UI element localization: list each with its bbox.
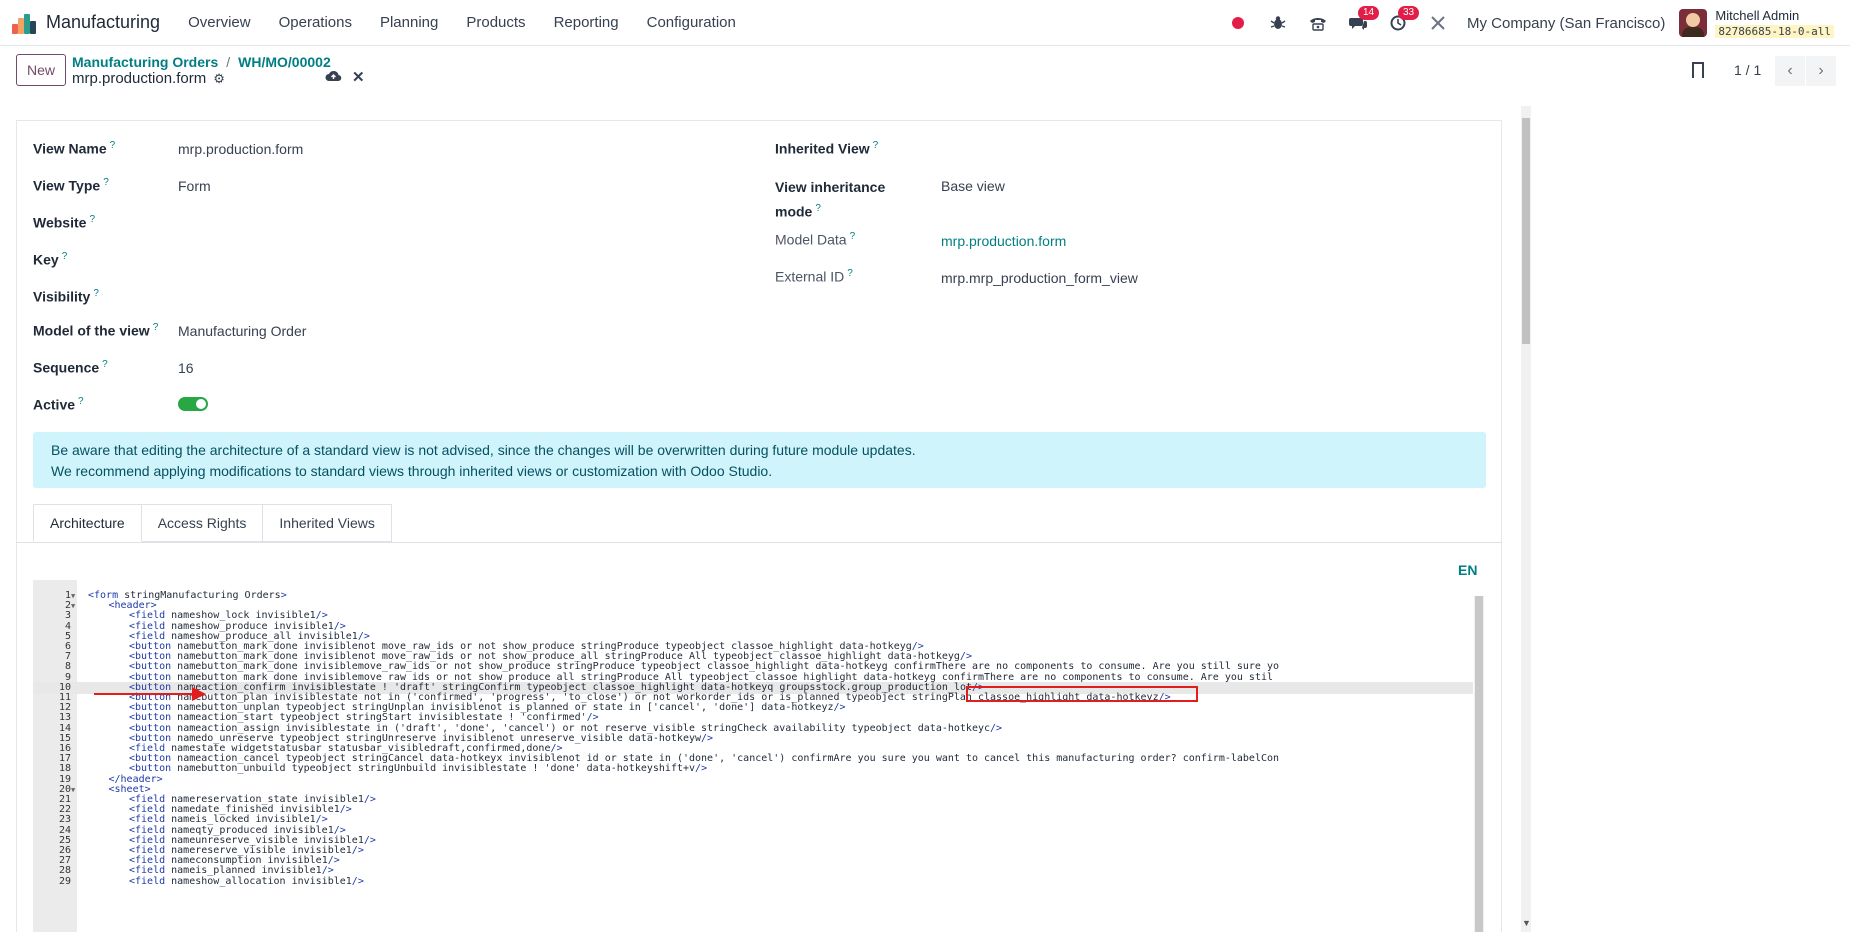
model-data-link[interactable]: mrp.production.form xyxy=(941,233,1066,249)
top-navbar: Manufacturing Overview Operations Planni… xyxy=(0,0,1850,46)
pager-value[interactable]: 1 / 1 xyxy=(1734,62,1761,78)
alert-line-1: Be aware that editing the architecture o… xyxy=(51,442,916,458)
record-dot-icon[interactable] xyxy=(1223,8,1253,38)
phone-icon[interactable] xyxy=(1303,8,1333,38)
code-text: <field nameshow_allocation invisible1/> xyxy=(129,875,364,887)
menu-reporting[interactable]: Reporting xyxy=(554,14,619,31)
user-avatar[interactable] xyxy=(1679,9,1708,37)
field-visibility: Visibility? xyxy=(33,288,99,305)
app-name[interactable]: Manufacturing xyxy=(46,12,160,33)
tab-architecture[interactable]: Architecture xyxy=(33,504,142,542)
field-model-of-view: Model of the view? xyxy=(33,322,159,339)
field-view-name: View Name? xyxy=(33,140,116,157)
model-of-view-value[interactable]: Manufacturing Order xyxy=(178,323,306,339)
view-inheritance-mode-value[interactable]: Base view xyxy=(941,178,1005,194)
activities-badge: 33 xyxy=(1398,6,1420,20)
line-number: 29 xyxy=(58,875,71,887)
menu-planning[interactable]: Planning xyxy=(380,14,438,31)
systray: 14 33 My Company (San Francisco) Mitchel… xyxy=(1213,0,1834,46)
new-button[interactable]: New xyxy=(16,54,66,86)
field-view-inheritance-mode: View inheritance mode? xyxy=(775,179,886,220)
external-id-value: mrp.mrp_production_form_view xyxy=(941,270,1138,286)
tab-inherited-views[interactable]: Inherited Views xyxy=(263,504,392,542)
scroll-down-arrow-icon[interactable]: ▼ xyxy=(1522,918,1531,928)
editor-scrollbar-thumb[interactable] xyxy=(1475,596,1483,932)
breadcrumb: Manufacturing Orders / WH/MO/00002 xyxy=(72,54,331,70)
field-sequence: Sequence? xyxy=(33,359,108,376)
tab-access-rights[interactable]: Access Rights xyxy=(141,504,264,542)
messages-icon[interactable]: 14 xyxy=(1343,6,1380,38)
tabs-divider xyxy=(16,542,1502,543)
breadcrumb-wh-mo[interactable]: WH/MO/00002 xyxy=(238,54,331,70)
annotation-arrow-head xyxy=(192,687,206,701)
manufacturing-app-icon[interactable] xyxy=(12,12,36,34)
field-model-data: Model Data? xyxy=(775,231,856,248)
record-title: mrp.production.form ⚙ xyxy=(72,70,225,87)
pager-next-button[interactable]: › xyxy=(1806,56,1836,86)
company-switcher[interactable]: My Company (San Francisco) xyxy=(1467,15,1665,32)
field-inherited-view: Inherited View? xyxy=(775,140,879,157)
discard-close-icon[interactable]: ✕ xyxy=(352,68,365,86)
database-name: 82786685-18-0-all xyxy=(1715,23,1834,39)
annotation-arrow-line xyxy=(94,693,194,695)
annotation-highlight-box xyxy=(966,686,1198,702)
activities-clock-icon[interactable]: 33 xyxy=(1383,6,1420,38)
user-name: Mitchell Admin xyxy=(1715,7,1800,23)
field-view-type: View Type? xyxy=(33,177,109,194)
menu-overview[interactable]: Overview xyxy=(188,14,251,31)
bug-icon[interactable] xyxy=(1263,8,1293,38)
field-key: Key? xyxy=(33,251,68,268)
messages-badge: 14 xyxy=(1358,6,1380,20)
code-line[interactable]: 29 <field nameshow_allocation invisible1/… xyxy=(33,876,1473,888)
active-toggle[interactable] xyxy=(178,397,208,411)
gear-icon[interactable]: ⚙ xyxy=(213,71,225,87)
pager-previous-button[interactable]: ‹ xyxy=(1775,56,1805,86)
menu-operations[interactable]: Operations xyxy=(279,14,352,31)
control-panel: New Manufacturing Orders / WH/MO/00002 mrp… xyxy=(0,46,1850,102)
language-toggle[interactable]: EN xyxy=(1458,562,1477,578)
architecture-code-editor[interactable]: 1▼ <form stringManufacturing Orders> 2▼ <he… xyxy=(33,580,1486,932)
field-website: Website? xyxy=(33,214,95,231)
alert-line-2: We recommend applying modifications to s… xyxy=(51,463,773,479)
view-name-value[interactable]: mrp.production.form xyxy=(178,141,303,157)
view-type-value[interactable]: Form xyxy=(178,178,211,194)
notebook-tabs: Architecture Access Rights Inherited Vie… xyxy=(33,504,392,542)
sequence-value[interactable]: 16 xyxy=(178,360,194,376)
user-menu[interactable]: Mitchell Admin 82786685-18-0-all xyxy=(1715,8,1834,39)
field-external-id: External ID? xyxy=(775,268,853,285)
bookmark-icon[interactable] xyxy=(1692,62,1704,78)
page-scrollbar-thumb[interactable] xyxy=(1522,118,1530,344)
menu-configuration[interactable]: Configuration xyxy=(647,14,736,31)
standard-view-warning-alert: Be aware that editing the architecture o… xyxy=(33,432,1486,488)
breadcrumb-manufacturing-orders[interactable]: Manufacturing Orders xyxy=(72,54,218,70)
menu-products[interactable]: Products xyxy=(466,14,525,31)
record-name: mrp.production.form xyxy=(72,70,207,87)
save-cloud-icon[interactable] xyxy=(325,69,342,86)
field-active: Active? xyxy=(33,396,84,413)
tools-icon[interactable] xyxy=(1423,8,1453,38)
